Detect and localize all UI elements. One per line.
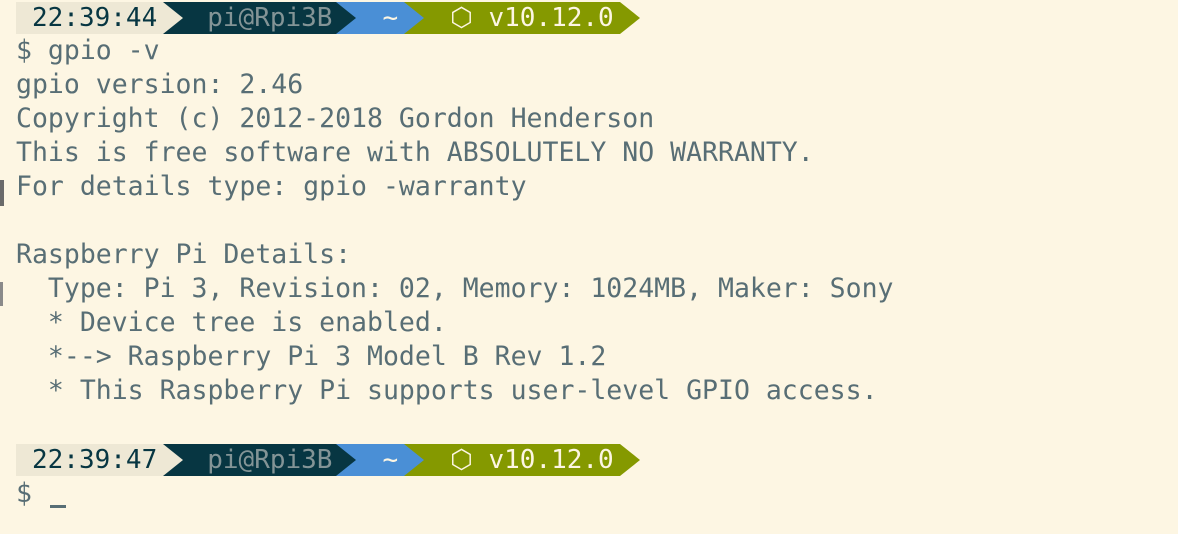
prompt-node-version: ⬡ v10.12.0	[424, 2, 620, 34]
powerline-separator	[336, 2, 357, 34]
prompt-bar: 22:39:44 pi@Rpi3B ~ ⬡ v10.12.0	[16, 2, 640, 34]
output-line: Type: Pi 3, Revision: 02, Memory: 1024MB…	[16, 273, 894, 304]
terminal-window[interactable]: 22:39:44 pi@Rpi3B ~ ⬡ v10.12.0 $ gpio -v…	[0, 0, 1178, 534]
powerline-separator	[404, 444, 425, 476]
node-version-text: v10.12.0	[488, 3, 614, 33]
prompt-directory: ~	[356, 444, 405, 476]
text-cursor	[49, 505, 66, 508]
prompt-directory: ~	[356, 2, 405, 34]
powerline-separator	[404, 2, 425, 34]
input-line[interactable]: $	[16, 477, 66, 511]
powerline-separator	[336, 444, 357, 476]
powerline-separator	[619, 2, 640, 34]
prompt-node-version: ⬡ v10.12.0	[424, 444, 620, 476]
powerline-separator	[163, 2, 184, 34]
powerline-separator	[619, 444, 640, 476]
prompt-time: 22:39:47	[16, 444, 164, 476]
output-line: *--> Raspberry Pi 3 Model B Rev 1.2	[16, 341, 607, 372]
output-line: For details type: gpio -warranty	[16, 171, 527, 202]
prompt-bar: 22:39:47 pi@Rpi3B ~ ⬡ v10.12.0	[16, 444, 640, 476]
window-edge-marker	[0, 180, 4, 206]
output-line: * This Raspberry Pi supports user-level …	[16, 375, 878, 406]
node-hexagon-icon: ⬡	[450, 3, 473, 33]
output-line: gpio version: 2.46	[16, 69, 304, 100]
powerline-separator	[163, 444, 184, 476]
node-hexagon-icon: ⬡	[450, 445, 473, 475]
command-line: $ gpio -v	[16, 35, 160, 66]
output-line: Raspberry Pi Details:	[16, 239, 352, 270]
node-version-text: v10.12.0	[488, 445, 614, 475]
output-line: This is free software with ABSOLUTELY NO…	[16, 137, 814, 168]
prompt-user-host: pi@Rpi3B	[183, 444, 337, 476]
output-line: * Device tree is enabled.	[16, 307, 447, 338]
prompt-time: 22:39:44	[16, 2, 164, 34]
input-prompt-symbol: $	[16, 478, 48, 509]
output-line: Copyright (c) 2012-2018 Gordon Henderson	[16, 103, 655, 134]
prompt-user-host: pi@Rpi3B	[183, 2, 337, 34]
window-edge-marker	[0, 282, 3, 306]
